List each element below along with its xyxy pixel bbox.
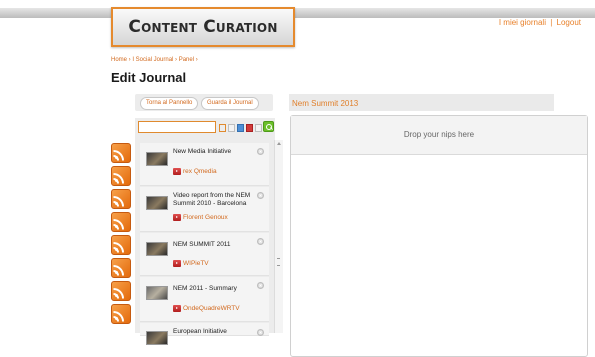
item-source[interactable]: Florent Genoux [183, 214, 228, 221]
close-icon[interactable] [257, 282, 264, 289]
image-filter-icon[interactable] [237, 124, 244, 132]
logout-link[interactable]: Logout [557, 18, 581, 27]
list-scrollbar[interactable] [274, 140, 283, 333]
list-item[interactable]: European Initiative [140, 323, 269, 345]
search-input[interactable] [138, 121, 216, 133]
document-filter-icon[interactable] [228, 124, 235, 132]
item-title: NEM SUMMIT 2011 [173, 241, 231, 248]
journal-name[interactable]: Nem Summit 2013 [292, 99, 358, 108]
scroll-grip-icon[interactable] [277, 258, 280, 266]
drop-zone-header: Drop your nips here [291, 116, 587, 155]
rss-feed-icon[interactable] [111, 166, 131, 186]
drop-hint: Drop your nips here [403, 130, 475, 139]
item-source[interactable]: rex Qmedia [183, 168, 217, 175]
user-links: I miei giornali | Logout [499, 18, 581, 27]
youtube-icon [173, 214, 181, 221]
view-journal-button[interactable]: Guarda il Journal [201, 97, 259, 110]
rss-feed-icon[interactable] [111, 281, 131, 301]
rss-feed-icon[interactable] [111, 304, 131, 324]
list-item[interactable]: NEM 2011 - Summary OndeQuadreWRTV [140, 277, 269, 322]
list-item[interactable]: New Media Initiative rex Qmedia [140, 143, 269, 186]
rss-feed-icon[interactable] [111, 189, 131, 209]
rss-feed-icon[interactable] [111, 143, 131, 163]
rss-feed-icon[interactable] [111, 258, 131, 278]
drop-zone[interactable]: Drop your nips here [290, 115, 588, 357]
search-go-icon[interactable] [263, 121, 274, 132]
scroll-up-icon[interactable] [277, 142, 281, 145]
video-thumbnail [146, 286, 168, 300]
journal-header: Nem Summit 2013 [289, 94, 554, 111]
text-filter-icon[interactable] [255, 124, 262, 132]
video-thumbnail [146, 242, 168, 256]
youtube-icon [173, 260, 181, 267]
page-title: Edit Journal [111, 70, 187, 85]
item-title: NEM 2011 - Summary [173, 285, 237, 292]
link-separator: | [550, 18, 553, 27]
logo[interactable]: Content Curation [111, 7, 295, 47]
video-thumbnail [146, 196, 168, 210]
close-icon[interactable] [257, 192, 264, 199]
item-title: Video report from the NEM Summit 2010 - … [173, 192, 251, 207]
item-source[interactable]: WIPieTV [183, 260, 209, 267]
close-icon[interactable] [257, 238, 264, 245]
breadcrumb[interactable]: Home › I Social Journal › Panel › [111, 57, 198, 63]
rss-feed-icon[interactable] [111, 235, 131, 255]
youtube-icon [173, 168, 181, 175]
list-item[interactable]: NEM SUMMIT 2011 WIPieTV [140, 233, 269, 276]
item-title: New Media Initiative [173, 148, 232, 155]
item-title: European Initiative [173, 328, 227, 335]
my-journals-link[interactable]: I miei giornali [499, 18, 546, 27]
logo-text: Content Curation [128, 17, 278, 37]
feed-filter-icon[interactable] [219, 124, 226, 132]
youtube-icon [173, 305, 181, 312]
video-filter-icon[interactable] [246, 124, 253, 132]
top-header-bar [0, 8, 595, 18]
video-thumbnail [146, 152, 168, 166]
close-icon[interactable] [257, 148, 264, 155]
list-item[interactable]: Video report from the NEM Summit 2010 - … [140, 187, 269, 232]
back-to-panel-button[interactable]: Torna al Pannello [140, 97, 199, 110]
rss-feed-icon[interactable] [111, 212, 131, 232]
video-thumbnail [146, 331, 168, 345]
item-source[interactable]: OndeQuadreWRTV [183, 305, 240, 312]
